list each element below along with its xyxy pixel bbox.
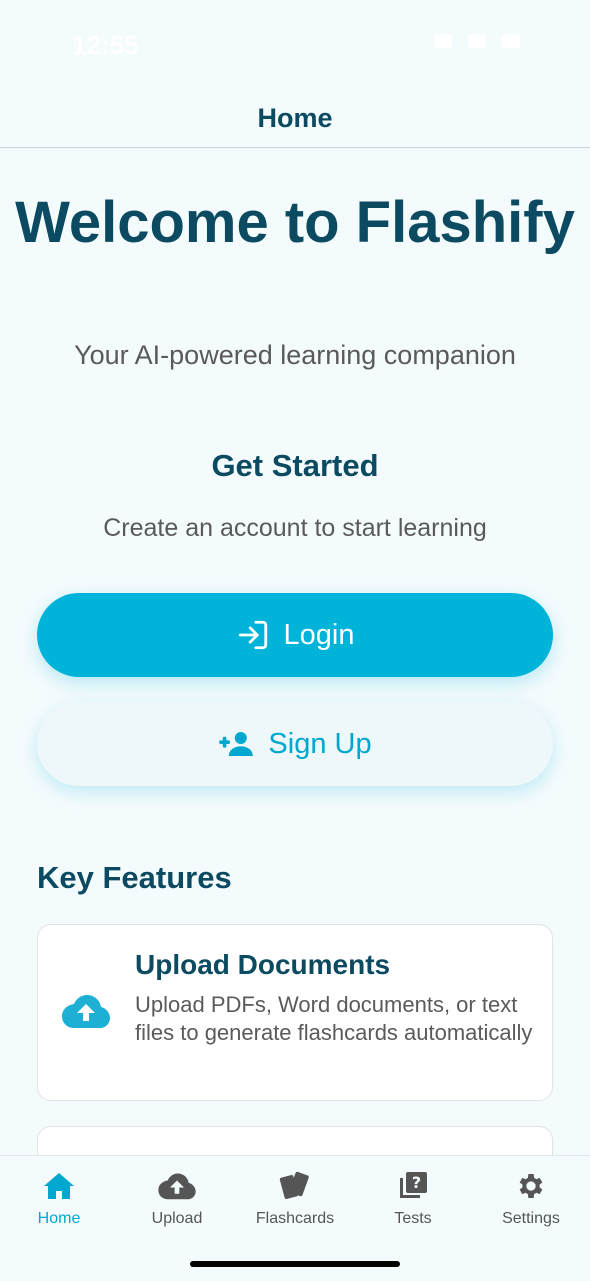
home-indicator[interactable] [190,1261,400,1267]
feature-card-next [37,1126,553,1155]
feature-description: Upload PDFs, Word documents, or text fil… [135,992,533,1045]
tab-tests[interactable]: ? Tests [354,1168,472,1228]
add-user-icon [218,729,254,759]
status-time: 12:55 [72,30,139,60]
feature-title: Upload Documents [135,949,391,980]
cloud-upload-icon [61,993,111,1034]
login-button[interactable]: Login [37,593,553,677]
cloud-upload-icon [118,1168,236,1204]
signal-icon [434,34,452,48]
header: Home [0,90,590,148]
signup-button[interactable]: Sign Up [37,702,553,786]
status-icons [434,34,520,48]
battery-icon [502,34,520,48]
tab-tests-label: Tests [394,1210,432,1227]
status-bar: 12:55 [0,0,590,90]
login-label: Login [283,618,355,651]
signup-label: Sign Up [268,727,372,760]
tab-home[interactable]: Home [0,1168,118,1228]
feature-card-upload-documents: Upload Documents Upload PDFs, Word docum… [37,924,553,1101]
gear-icon [472,1168,590,1204]
cards-icon [236,1168,354,1204]
main-content[interactable]: Welcome to Flashify Your AI-powered lear… [0,148,590,1155]
get-started-title: Get Started [211,448,379,483]
tab-upload[interactable]: Upload [118,1168,236,1228]
quiz-icon: ? [354,1168,472,1204]
tab-settings-label: Settings [502,1210,560,1227]
tab-flashcards-label: Flashcards [255,1210,335,1227]
tab-upload-label: Upload [151,1210,203,1227]
svg-text:?: ? [412,1173,421,1192]
get-started-subtitle: Create an account to start learning [103,514,487,542]
tagline: Your AI-powered learning companion [74,340,516,370]
tab-home-label: Home [37,1210,81,1227]
login-icon [236,618,270,652]
tab-settings[interactable]: Settings [472,1168,590,1228]
home-icon [0,1168,118,1204]
key-features-title: Key Features [37,860,232,895]
page-title: Home [257,103,333,133]
tab-flashcards[interactable]: Flashcards [236,1168,354,1228]
wifi-icon [468,34,486,48]
welcome-title: Welcome to Flashify [15,190,575,255]
